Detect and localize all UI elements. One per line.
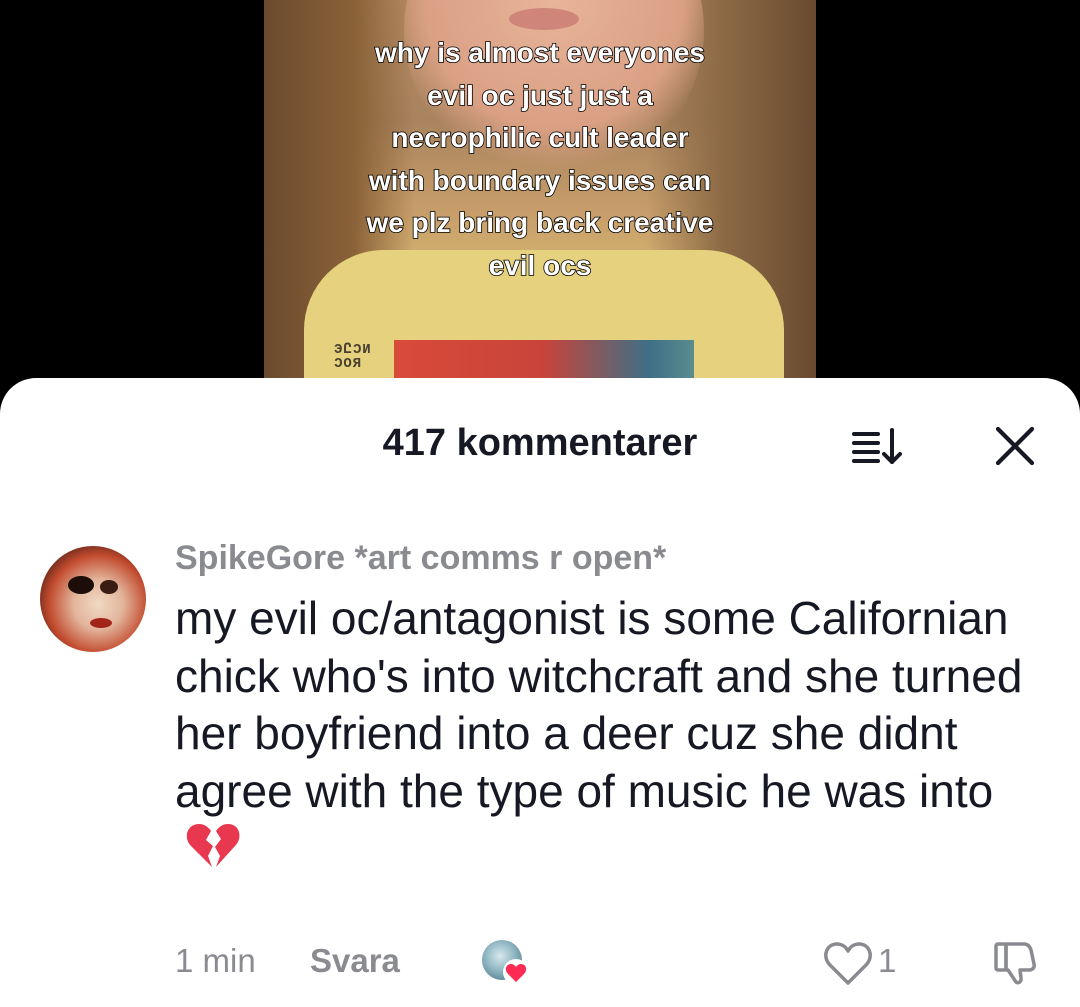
tiktok-comments-screen: ЭԸƆИ ƆOЯ why is almost everyones evil oc… [0, 0, 1080, 1007]
reply-button[interactable]: Svara [310, 941, 400, 981]
dislike-button[interactable] [990, 938, 1040, 988]
close-button[interactable] [990, 424, 1040, 468]
heart-badge-icon [503, 959, 529, 985]
creator-liked-badge [478, 938, 532, 988]
comment-body: my evil oc/antagonist is some California… [175, 590, 1045, 884]
video-caption: why is almost everyones evil oc just jus… [366, 36, 715, 281]
avatar-eye-left [68, 576, 94, 594]
comments-count-title: 417 kommentarer [382, 422, 698, 464]
broken-heart-icon [185, 820, 241, 884]
avatar-mouth [90, 618, 112, 628]
thumbs-down-icon [994, 942, 1036, 985]
avatar-eye-right [100, 580, 118, 594]
comment-timestamp: 1 min [175, 942, 256, 979]
heart-outline-icon [824, 942, 872, 985]
like-button[interactable] [818, 938, 878, 988]
video-lips [509, 8, 579, 30]
sort-descending-icon [852, 428, 902, 464]
comment-text: my evil oc/antagonist is some California… [175, 592, 1023, 817]
comment-username[interactable]: SpikeGore *art comms r open* [175, 538, 666, 578]
avatar[interactable] [40, 546, 146, 652]
like-count: 1 [878, 942, 897, 979]
comments-sheet: 417 kommentarer SpikeGore *art comms r o… [0, 378, 1080, 1007]
comment-item: SpikeGore *art comms r open* my evil oc/… [0, 518, 1080, 1007]
close-icon [995, 426, 1035, 466]
video-shirt-print-text: ЭԸƆИ ƆOЯ [334, 342, 372, 372]
sort-button[interactable] [848, 424, 908, 468]
